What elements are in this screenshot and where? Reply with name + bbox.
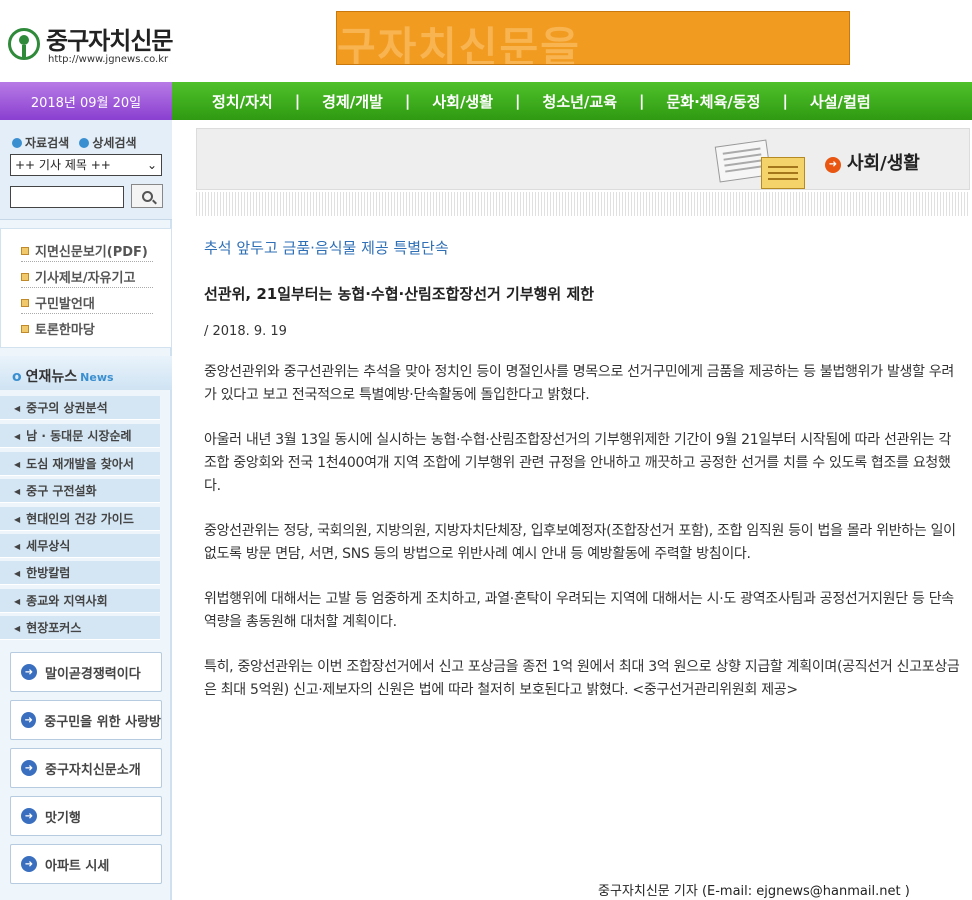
nav-politics[interactable]: 정치/자치 (212, 91, 273, 112)
search-panel: 자료검색 상세검색 ++ 기사 제목 ++ ⌄ (0, 120, 172, 220)
article-paragraph: 특히, 중앙선관위는 이번 조합장선거에서 신고 포상금을 종전 1억 원에서 … (204, 659, 960, 698)
bullet-icon (12, 138, 22, 148)
menu-button-label: 중구민을 위한 사랑방 (44, 714, 161, 730)
logo-title: 중구자치신문 (46, 27, 173, 55)
banner-text: 구자치신문을 (337, 23, 581, 65)
section-title: 사회/생활 (847, 153, 920, 174)
bullet-icon (79, 138, 90, 148)
search-button[interactable] (131, 184, 163, 208)
menu-button-apartment[interactable]: ➜ 아파트 시세 (10, 844, 162, 884)
nav-separator: | (782, 92, 788, 110)
nav-separator: | (515, 92, 521, 110)
top-bar: 2018년 09월 20일 정치/자치 | 경제/개발 | 사회/생활 | 청소… (0, 82, 972, 120)
arrow-right-icon: ➜ (21, 664, 37, 680)
site-logo[interactable]: 중구자치신문 http://www.jgnews.co.kr (8, 26, 173, 65)
site-header: 중구자치신문 http://www.jgnews.co.kr 구자치신문을 (0, 0, 972, 82)
quick-link-debate[interactable]: 토론한마당 (21, 319, 95, 338)
nav-separator: | (404, 92, 411, 110)
series-item[interactable]: 세무상식 (0, 534, 160, 558)
menu-button-label: 중구자치신문소개 (45, 762, 141, 778)
quick-link-forum[interactable]: 구민발언대 (21, 293, 95, 312)
article-paragraph: 중앙선관위는 정당, 국회의원, 지방의원, 지방자치단체장, 입후보예정자(조… (204, 523, 956, 562)
article-byline: 중구자치신문 기자 (E-mail: ejgnews@hanmail.net ) (598, 884, 910, 899)
menu-button-speech[interactable]: ➜ 말이곧경쟁력이다 (10, 652, 162, 692)
article-headline: 선관위, 21일부터는 농협·수협·산림조합장선거 기부행위 제한 (204, 285, 595, 303)
quick-link-pdf[interactable]: 지면신문보기(PDF) (21, 241, 148, 260)
arrow-right-icon: ➜ (21, 808, 37, 824)
menu-button-food[interactable]: ➜ 맛기행 (10, 796, 162, 836)
main-nav: 정치/자치 | 경제/개발 | 사회/생활 | 청소년/교육 | 문화·체육/동… (172, 82, 972, 120)
article-kicker: 추석 앞두고 금품·음식물 제공 특별단속 (204, 239, 449, 257)
search-links: 자료검색 상세검색 (12, 134, 137, 151)
nav-youth-education[interactable]: 청소년/교육 (543, 91, 617, 112)
quick-link-tip[interactable]: 기사제보/자유기고 (21, 267, 135, 286)
chevron-down-icon: ⌄ (146, 158, 157, 172)
article-paragraph: 위법행위에 대해서는 고발 등 엄중하게 조치하고, 과열·혼탁이 우려되는 지… (204, 591, 954, 630)
search-type-value: ++ 기사 제목 ++ (15, 158, 111, 172)
section-divider (196, 192, 970, 216)
article-date: / 2018. 9. 19 (204, 324, 287, 339)
menu-button-label: 아파트 시세 (45, 858, 110, 874)
nav-society[interactable]: 사회/생활 (432, 91, 493, 112)
article-paragraph: 아울러 내년 3월 13일 동시에 실시하는 농협·수협·산림조합장선거의 기부… (204, 432, 952, 494)
series-news-header: o 연재뉴스 News (0, 356, 172, 390)
series-item[interactable]: 중구의 상권분석 (0, 396, 160, 420)
series-item[interactable]: 한방칼럼 (0, 561, 160, 585)
series-item[interactable]: 현장포커스 (0, 616, 160, 640)
article-paragraph: 중앙선관위와 중구선관위는 추석을 맞아 정치인 등이 명절인사를 명목으로 선… (204, 364, 955, 403)
menu-button-label: 맛기행 (45, 810, 81, 826)
arrow-right-icon: ➜ (21, 712, 37, 728)
menu-button-label: 말이곧경쟁력이다 (45, 666, 141, 682)
current-date: 2018년 09월 20일 (0, 82, 172, 120)
divider (21, 261, 153, 262)
link-data-search[interactable]: 자료검색 (25, 136, 69, 150)
series-title: 연재뉴스 (25, 369, 78, 385)
nav-culture-sports[interactable]: 문화·체육/동정 (666, 91, 760, 112)
section-header: ➜ 사회/생활 (196, 128, 970, 190)
series-item[interactable]: 남 · 동대문 시장순례 (0, 424, 160, 448)
series-item[interactable]: 종교와 지역사회 (0, 589, 160, 613)
logo-icon (8, 28, 40, 60)
menu-button-about[interactable]: ➜ 중구자치신문소개 (10, 748, 162, 788)
logo-url: http://www.jgnews.co.kr (48, 54, 169, 65)
series-item[interactable]: 도심 재개발을 찾아서 (0, 452, 160, 476)
nav-separator: | (639, 92, 645, 110)
left-sidebar: 자료검색 상세검색 ++ 기사 제목 ++ ⌄ 지면신문보기(PDF) 기사제보… (0, 120, 172, 900)
nav-editorial[interactable]: 사설/컬럼 (810, 91, 871, 112)
nav-separator: | (294, 92, 301, 110)
arrow-right-icon: ➜ (21, 856, 37, 872)
link-detailed-search[interactable]: 상세검색 (92, 136, 136, 150)
series-item[interactable]: 현대인의 건강 가이드 (0, 507, 160, 531)
search-icon (141, 190, 153, 202)
article: 추석 앞두고 금품·음식물 제공 특별단속 선관위, 21일부터는 농협·수협·… (204, 238, 960, 702)
arrow-right-icon: ➜ (825, 157, 841, 173)
menu-button-community[interactable]: ➜ 중구민을 위한 사랑방 (10, 700, 162, 740)
circle-icon: o (12, 369, 22, 385)
series-news-label: News (80, 371, 114, 384)
search-input[interactable] (10, 186, 124, 208)
arrow-right-icon: ➜ (21, 760, 37, 776)
newspaper-icon (714, 139, 805, 189)
series-item[interactable]: 중구 구전설화 (0, 479, 160, 503)
divider (21, 287, 153, 288)
divider (21, 313, 153, 314)
quick-links: 지면신문보기(PDF) 기사제보/자유기고 구민발언대 토론한마당 (0, 228, 172, 348)
search-type-select[interactable]: ++ 기사 제목 ++ ⌄ (10, 154, 162, 176)
nav-economy[interactable]: 경제/개발 (322, 91, 383, 112)
header-banner[interactable]: 구자치신문을 (336, 11, 850, 65)
